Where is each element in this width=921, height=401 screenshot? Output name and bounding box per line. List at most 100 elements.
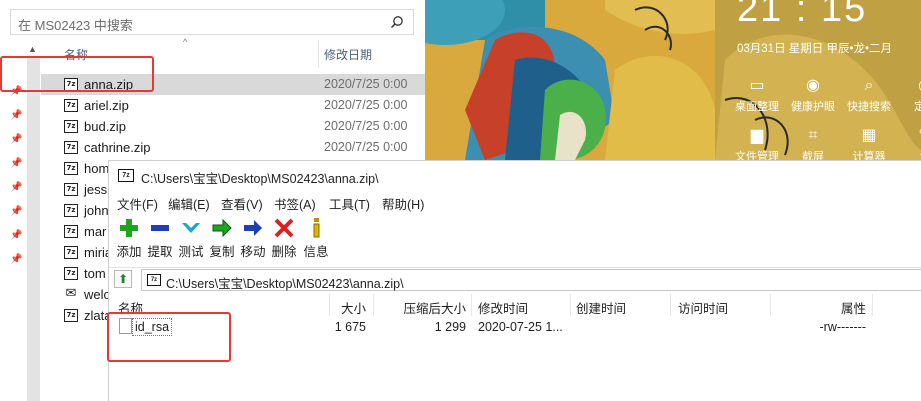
toolbar-label: 移动: [240, 245, 266, 259]
move-button[interactable]: 移动: [236, 217, 270, 260]
toolbar-label: 添加: [116, 245, 142, 259]
widget-tool-label: 健康护眼: [791, 101, 835, 113]
highlight-box: [107, 312, 231, 362]
clock-icon: ◷: [899, 76, 921, 96]
menu-item[interactable]: 编辑(E): [168, 194, 210, 213]
note-icon: ✎: [899, 126, 921, 146]
navigation-scrollbar[interactable]: [27, 58, 40, 401]
column-divider[interactable]: [471, 294, 472, 316]
calculator-icon: ▦: [861, 127, 877, 144]
widget-tool-calculator[interactable]: ▦ 计算器: [843, 126, 895, 164]
menu-item[interactable]: 文件(F): [117, 194, 158, 213]
scroll-up-icon[interactable]: ▲: [28, 44, 37, 54]
column-divider[interactable]: [329, 294, 330, 316]
pin-icon: 📌: [10, 254, 23, 265]
move-icon: [236, 217, 270, 241]
eye-icon: ◉: [806, 77, 820, 94]
column-divider[interactable]: [373, 294, 374, 316]
widget-tool-eye[interactable]: ◉ 健康护眼: [787, 76, 839, 114]
file-date: 2020/7/25 0:00: [324, 140, 408, 154]
7zip-file-icon: 7z: [64, 99, 78, 112]
file-row[interactable]: 7z cathrine.zip 2020/7/25 0:00: [41, 137, 425, 158]
column-divider[interactable]: [670, 294, 671, 316]
delete-button[interactable]: 删除: [267, 217, 301, 260]
column-header[interactable]: 属性: [841, 298, 866, 317]
clock-date: 03月31日 星期日 甲辰•龙•二月: [737, 43, 893, 55]
folder-up-icon[interactable]: ⬆: [114, 270, 132, 288]
toolbar-label: 复制: [209, 245, 235, 259]
column-header[interactable]: 大小: [341, 298, 366, 317]
file-name: bud.zip: [84, 119, 126, 134]
highlight-box: [0, 56, 154, 92]
column-header[interactable]: 创建时间: [576, 298, 626, 317]
file-name: tom: [84, 266, 106, 281]
7zip-window: 7z C:\Users\宝宝\Desktop\MS02423\anna.zip\…: [108, 160, 921, 401]
pin-icon: 📌: [10, 206, 23, 217]
7zip-file-icon: 7z: [64, 246, 78, 259]
7zip-file-icon: 7z: [64, 225, 78, 238]
file-row[interactable]: 7z ariel.zip 2020/7/25 0:00: [41, 95, 425, 116]
column-header-modified[interactable]: 修改日期: [324, 46, 372, 63]
delete-icon: [267, 217, 301, 241]
file-attributes: -rw-------: [819, 320, 867, 334]
widget-tool-folder[interactable]: ▆ 文件管理: [731, 126, 783, 164]
pin-icon: 📌: [10, 158, 23, 169]
column-divider[interactable]: [770, 294, 771, 316]
widget-tool-crop[interactable]: ⌗ 截屏: [787, 126, 839, 164]
column-divider[interactable]: [318, 40, 319, 68]
toolbar-label: 信息: [303, 245, 329, 259]
column-header[interactable]: 压缩后大小: [403, 298, 466, 317]
monitor-icon: ▭: [749, 77, 765, 94]
file-row[interactable]: 7z bud.zip 2020/7/25 0:00: [41, 116, 425, 137]
file-name: welc: [84, 287, 111, 302]
menu-item[interactable]: 工具(T): [329, 194, 370, 213]
menu-item[interactable]: 书签(A): [274, 194, 316, 213]
7zip-file-icon: 7z: [64, 267, 78, 280]
file-name: john: [84, 203, 109, 218]
column-divider[interactable]: [570, 294, 571, 316]
sort-ascending-icon: ^: [183, 37, 188, 47]
toolbar-label: 提取: [147, 245, 173, 259]
copy-button[interactable]: 复制: [205, 217, 239, 260]
pin-icon: 📌: [10, 230, 23, 241]
column-divider[interactable]: [872, 294, 873, 316]
file-name: mar: [84, 224, 107, 239]
file-packed-size: 1 299: [434, 320, 466, 334]
info-button[interactable]: 信息: [299, 217, 333, 260]
desktop-widget: 21 : 15 03月31日 星期日 甲辰•龙•二月 ▭ 桌面整理 ◉ 健康护眼 ⌕ 快捷…: [715, 0, 921, 163]
7zip-file-icon: 7z: [64, 141, 78, 154]
title-bar[interactable]: 7z C:\Users\宝宝\Desktop\MS02423\anna.zip\: [109, 161, 921, 189]
column-header[interactable]: 访问时间: [678, 298, 728, 317]
crop-icon: ⌗: [808, 127, 818, 144]
address-input[interactable]: 7z C:\Users\宝宝\Desktop\MS02423\anna.zip\: [141, 269, 921, 291]
7zip-logo-icon: 7z: [118, 169, 134, 182]
column-headers: 名称 大小 压缩后大小 修改时间 创建时间 访问时间 属性: [109, 294, 921, 316]
search-icon[interactable]: [390, 15, 404, 29]
test-icon: [174, 217, 208, 241]
menu-item[interactable]: 帮助(H): [382, 194, 424, 213]
pin-icon: 📌: [10, 182, 23, 193]
add-icon: [112, 217, 146, 241]
file-date: 2020/7/25 0:00: [324, 98, 408, 112]
search-box[interactable]: 在 MS02423 中搜索: [10, 9, 414, 35]
file-date: 2020/7/25 0:00: [324, 77, 408, 91]
archive-icon: 7z: [147, 274, 161, 286]
widget-tool-clock[interactable]: ◷ 定时: [899, 76, 921, 114]
test-button[interactable]: 测试: [174, 217, 208, 260]
folder-icon: ▆: [750, 127, 764, 144]
file-name: hom: [84, 161, 110, 176]
extract-button[interactable]: 提取: [143, 217, 177, 260]
extract-icon: [143, 217, 177, 241]
7zip-file-icon: 7z: [64, 204, 78, 217]
pin-icon: 📌: [10, 134, 23, 145]
widget-tool-monitor[interactable]: ▭ 桌面整理: [731, 76, 783, 114]
add-button[interactable]: 添加: [112, 217, 146, 260]
column-header[interactable]: 修改时间: [478, 298, 528, 317]
7zip-file-icon: 7z: [64, 162, 78, 175]
search-placeholder: 在 MS02423 中搜索: [18, 18, 133, 33]
menu-item[interactable]: 查看(V): [221, 194, 263, 213]
widget-tool-search[interactable]: ⌕ 快捷搜索: [843, 76, 895, 114]
copy-icon: [205, 217, 239, 241]
file-name: jessi: [84, 182, 111, 197]
widget-tool-note[interactable]: ✎记: [899, 126, 921, 164]
